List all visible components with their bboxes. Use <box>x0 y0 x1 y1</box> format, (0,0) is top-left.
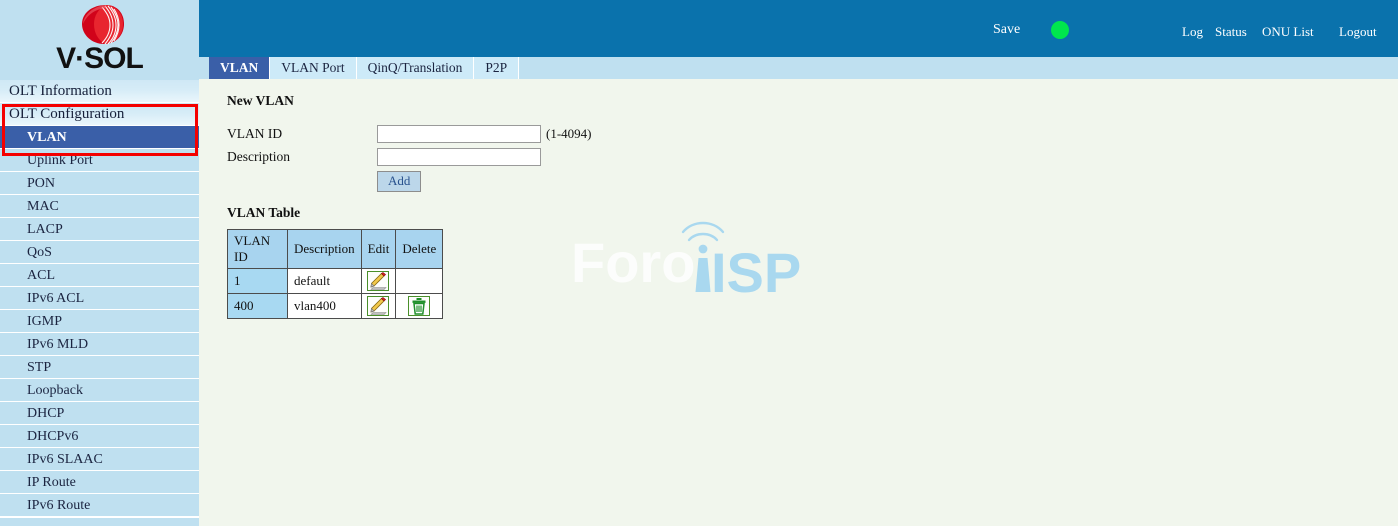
sidebar-item-label: DHCPv6 <box>27 429 79 444</box>
sidebar-group-olt-information[interactable]: OLT Information <box>0 80 199 103</box>
sidebar-item-dhcp[interactable]: DHCP <box>0 402 199 425</box>
sidebar-item-uplink-port[interactable]: Uplink Port <box>0 149 199 172</box>
cell-delete <box>395 268 444 294</box>
header-link-log[interactable]: Log <box>1182 24 1203 40</box>
description-row: Description <box>227 146 647 168</box>
vlan-id-hint: (1-4094) <box>546 126 592 141</box>
green-status-dot-icon <box>1051 21 1069 39</box>
sidebar-item-mac[interactable]: MAC <box>0 195 199 218</box>
cell-edit <box>360 293 397 319</box>
tab-label: VLAN Port <box>281 60 345 75</box>
sidebar-item-ipv6-route[interactable]: IPv6 Route <box>0 494 199 517</box>
trash-delete-icon[interactable] <box>408 296 431 316</box>
sidebar-item-lacp[interactable]: LACP <box>0 218 199 241</box>
sidebar-item-label: LACP <box>27 222 63 237</box>
tab-label: P2P <box>485 60 508 75</box>
foroisp-watermark: Foro ISP <box>571 221 801 304</box>
sidebar: V·SOL OLT Information OLT Configuration … <box>0 0 199 526</box>
main-area: Save Log Status ONU List Logout VLAN VLA… <box>199 0 1398 526</box>
cell-vlan-id: 1 <box>227 268 288 294</box>
sidebar-item-qos[interactable]: QoS <box>0 241 199 264</box>
vlan-table-body: 1 default 400 vlan400 <box>227 268 444 319</box>
brand-wordmark: V·SOL <box>56 42 144 75</box>
header-link-onu-list[interactable]: ONU List <box>1262 24 1314 40</box>
tab-qinq-translation[interactable]: QinQ/Translation <box>356 57 475 79</box>
sidebar-item-label: IPv6 SLAAC <box>27 452 103 467</box>
new-vlan-title: New VLAN <box>227 93 294 108</box>
sidebar-item-label: ACL <box>27 268 55 283</box>
sidebar-item-label: PON <box>27 176 56 191</box>
sidebar-nav: OLT Information OLT Configuration VLAN U… <box>0 80 199 525</box>
cell-delete <box>395 293 444 319</box>
sidebar-item-label: QoS <box>27 245 52 260</box>
sidebar-item-ipv6-mld[interactable]: IPv6 MLD <box>0 333 199 356</box>
column-header-edit: Edit <box>360 229 397 269</box>
sidebar-item-igmp[interactable]: IGMP <box>0 310 199 333</box>
sidebar-item-ip-route[interactable]: IP Route <box>0 471 199 494</box>
cell-vlan-id: 400 <box>227 293 288 319</box>
logout-button[interactable]: Logout <box>1339 24 1377 40</box>
watermark-text-primary: Foro <box>571 231 695 294</box>
tab-p2p[interactable]: P2P <box>474 57 520 79</box>
vlan-id-label: VLAN ID <box>227 126 283 141</box>
sidebar-group-label: OLT Configuration <box>9 106 125 122</box>
sidebar-item-label: DHCP <box>27 406 65 421</box>
vsol-sphere-logo-icon <box>81 5 124 45</box>
table-header-row: VLAN ID Description Edit Delete <box>227 229 444 269</box>
pencil-edit-icon[interactable] <box>367 296 390 316</box>
sidebar-item-label: Loopback <box>27 383 83 398</box>
tab-label: QinQ/Translation <box>367 60 463 75</box>
sidebar-item-stp[interactable]: STP <box>0 356 199 379</box>
column-header-vlan-id: VLAN ID <box>227 229 288 269</box>
table-row: 1 default <box>227 268 444 294</box>
column-header-delete: Delete <box>395 229 444 269</box>
pencil-edit-icon[interactable] <box>367 271 390 291</box>
sidebar-item-ipv6-slaac[interactable]: IPv6 SLAAC <box>0 448 199 471</box>
top-header-bar: Save Log Status ONU List Logout <box>199 0 1398 57</box>
sidebar-item-label: Uplink Port <box>27 153 93 168</box>
tab-vlan[interactable]: VLAN <box>209 57 271 79</box>
vlan-table-title: VLAN Table <box>227 205 301 220</box>
tab-vlan-port[interactable]: VLAN Port <box>270 57 357 79</box>
save-button[interactable]: Save <box>993 22 1020 38</box>
sidebar-group-label: OLT Information <box>9 83 112 99</box>
sidebar-item-label: VLAN <box>27 130 67 145</box>
tab-label: VLAN <box>220 60 259 75</box>
sidebar-item-vlan[interactable]: VLAN <box>0 126 199 149</box>
olt-web-ui: V·SOL OLT Information OLT Configuration … <box>0 0 1398 526</box>
add-button-row: Add <box>227 171 647 192</box>
sidebar-item-acl[interactable]: ACL <box>0 264 199 287</box>
vlan-table-head: VLAN ID Description Edit Delete <box>227 229 444 269</box>
description-input[interactable] <box>377 148 541 166</box>
tab-bar: VLAN VLAN Port QinQ/Translation P2P <box>199 57 1398 79</box>
vlan-id-input[interactable] <box>377 125 541 143</box>
sidebar-item-label: IGMP <box>27 314 63 329</box>
watermark-text-accent: ISP <box>711 241 801 304</box>
description-label: Description <box>227 149 290 164</box>
sidebar-item-label: IPv6 ACL <box>27 291 85 306</box>
sidebar-item-loopback[interactable]: Loopback <box>0 379 199 402</box>
sidebar-group-olt-configuration[interactable]: OLT Configuration <box>0 103 199 126</box>
brand-logo: V·SOL <box>0 0 199 80</box>
sidebar-item-label: IP Route <box>27 475 76 490</box>
new-vlan-form: VLAN ID (1-4094) Description Add <box>227 123 647 192</box>
sidebar-item-dhcpv6[interactable]: DHCPv6 <box>0 425 199 448</box>
cell-description: vlan400 <box>287 293 362 319</box>
cell-description: default <box>287 268 362 294</box>
cell-edit <box>360 268 397 294</box>
vlan-id-row: VLAN ID (1-4094) <box>227 123 647 145</box>
sidebar-item-label: STP <box>27 360 52 375</box>
table-row: 400 vlan400 <box>227 293 444 319</box>
sidebar-item-ipv6-acl[interactable]: IPv6 ACL <box>0 287 199 310</box>
vlan-table: VLAN ID Description Edit Delete 1 defaul… <box>227 229 444 319</box>
content-panel: Foro ISP New VLAN VLAN ID (1-4094) Descr… <box>199 79 1398 526</box>
sidebar-item-label: MAC <box>27 199 59 214</box>
header-link-status[interactable]: Status <box>1215 24 1247 40</box>
sidebar-item-partial[interactable] <box>0 517 199 525</box>
sidebar-item-pon[interactable]: PON <box>0 172 199 195</box>
sidebar-item-label: IPv6 Route <box>27 498 91 513</box>
sidebar-item-label: IPv6 MLD <box>27 337 89 352</box>
column-header-description: Description <box>287 229 362 269</box>
add-button[interactable]: Add <box>377 171 422 192</box>
